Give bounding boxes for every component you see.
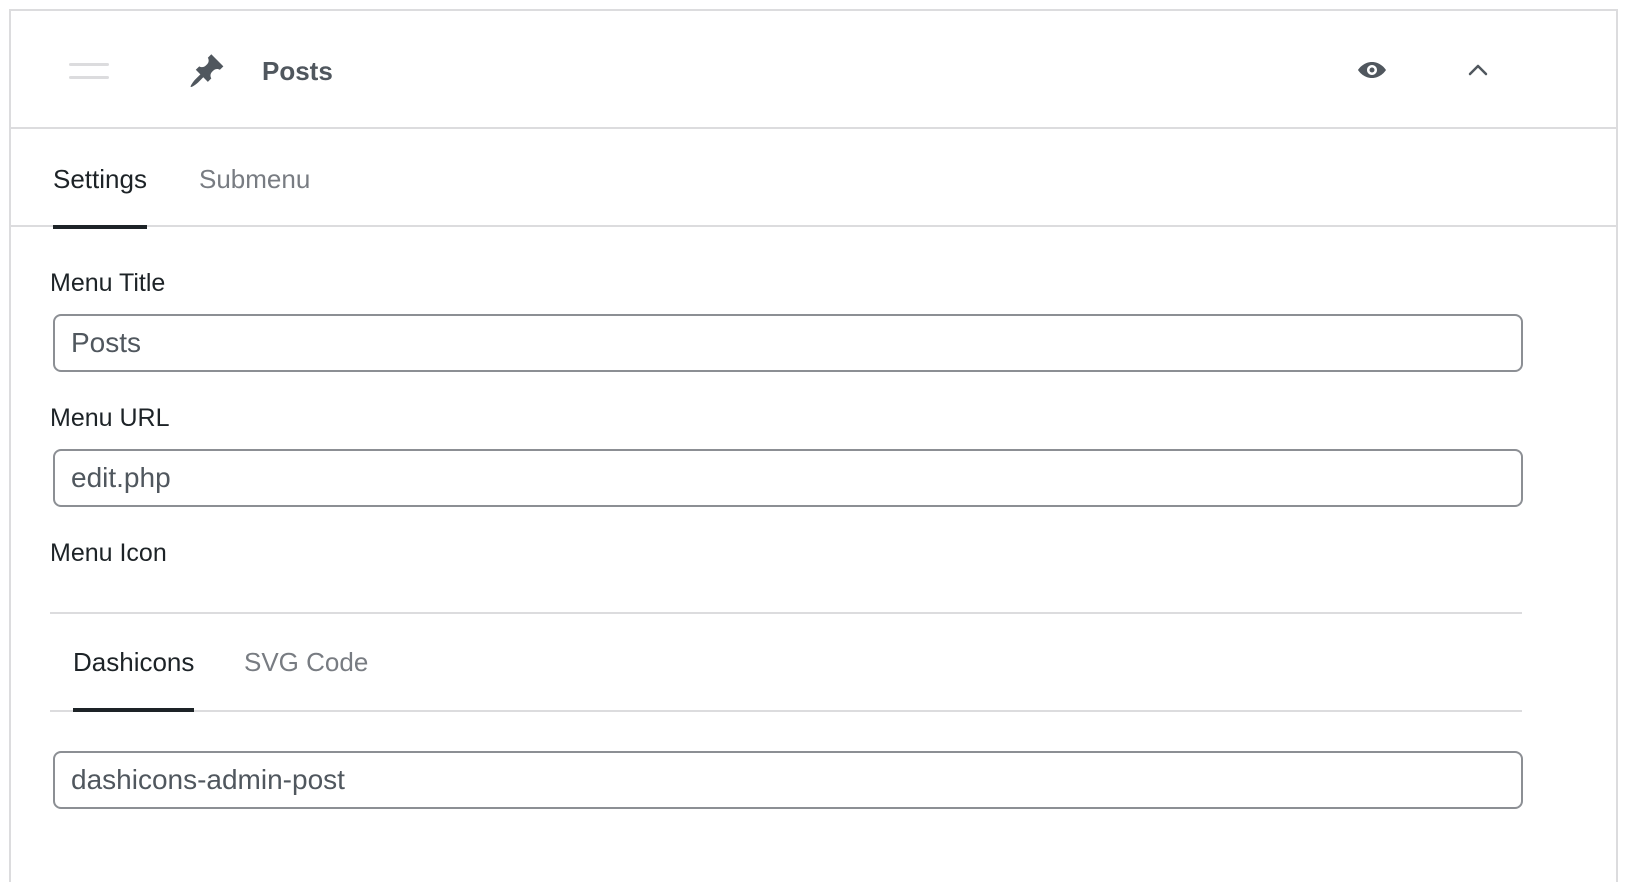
menu-icon-label: Menu Icon <box>50 539 167 567</box>
menu-item-title: Posts <box>262 56 333 86</box>
drag-handle-icon[interactable] <box>69 63 109 81</box>
tab-dashicons[interactable]: Dashicons <box>73 614 195 712</box>
menu-title-label: Menu Title <box>50 269 166 297</box>
menu-item-header: Posts <box>11 11 1616 129</box>
menu-title-input[interactable] <box>53 314 1523 372</box>
collapse-button[interactable] <box>1463 57 1493 83</box>
tab-svg-code[interactable]: SVG Code <box>244 614 368 710</box>
pushpin-icon <box>190 54 224 88</box>
settings-tab-bar: Settings Submenu <box>11 131 1616 229</box>
icon-type-tab-bar: Dashicons SVG Code <box>50 612 1522 712</box>
eye-icon <box>1358 62 1386 78</box>
chevron-up-icon <box>1468 64 1488 76</box>
menu-url-label: Menu URL <box>50 404 170 432</box>
tab-submenu[interactable]: Submenu <box>199 131 310 227</box>
visibility-toggle-button[interactable] <box>1355 55 1389 85</box>
menu-url-input[interactable] <box>53 449 1523 507</box>
tab-settings[interactable]: Settings <box>53 131 147 229</box>
dashicon-class-input[interactable] <box>53 751 1523 809</box>
menu-item-panel: Posts Settings Submenu Menu Title Menu U… <box>9 9 1618 882</box>
